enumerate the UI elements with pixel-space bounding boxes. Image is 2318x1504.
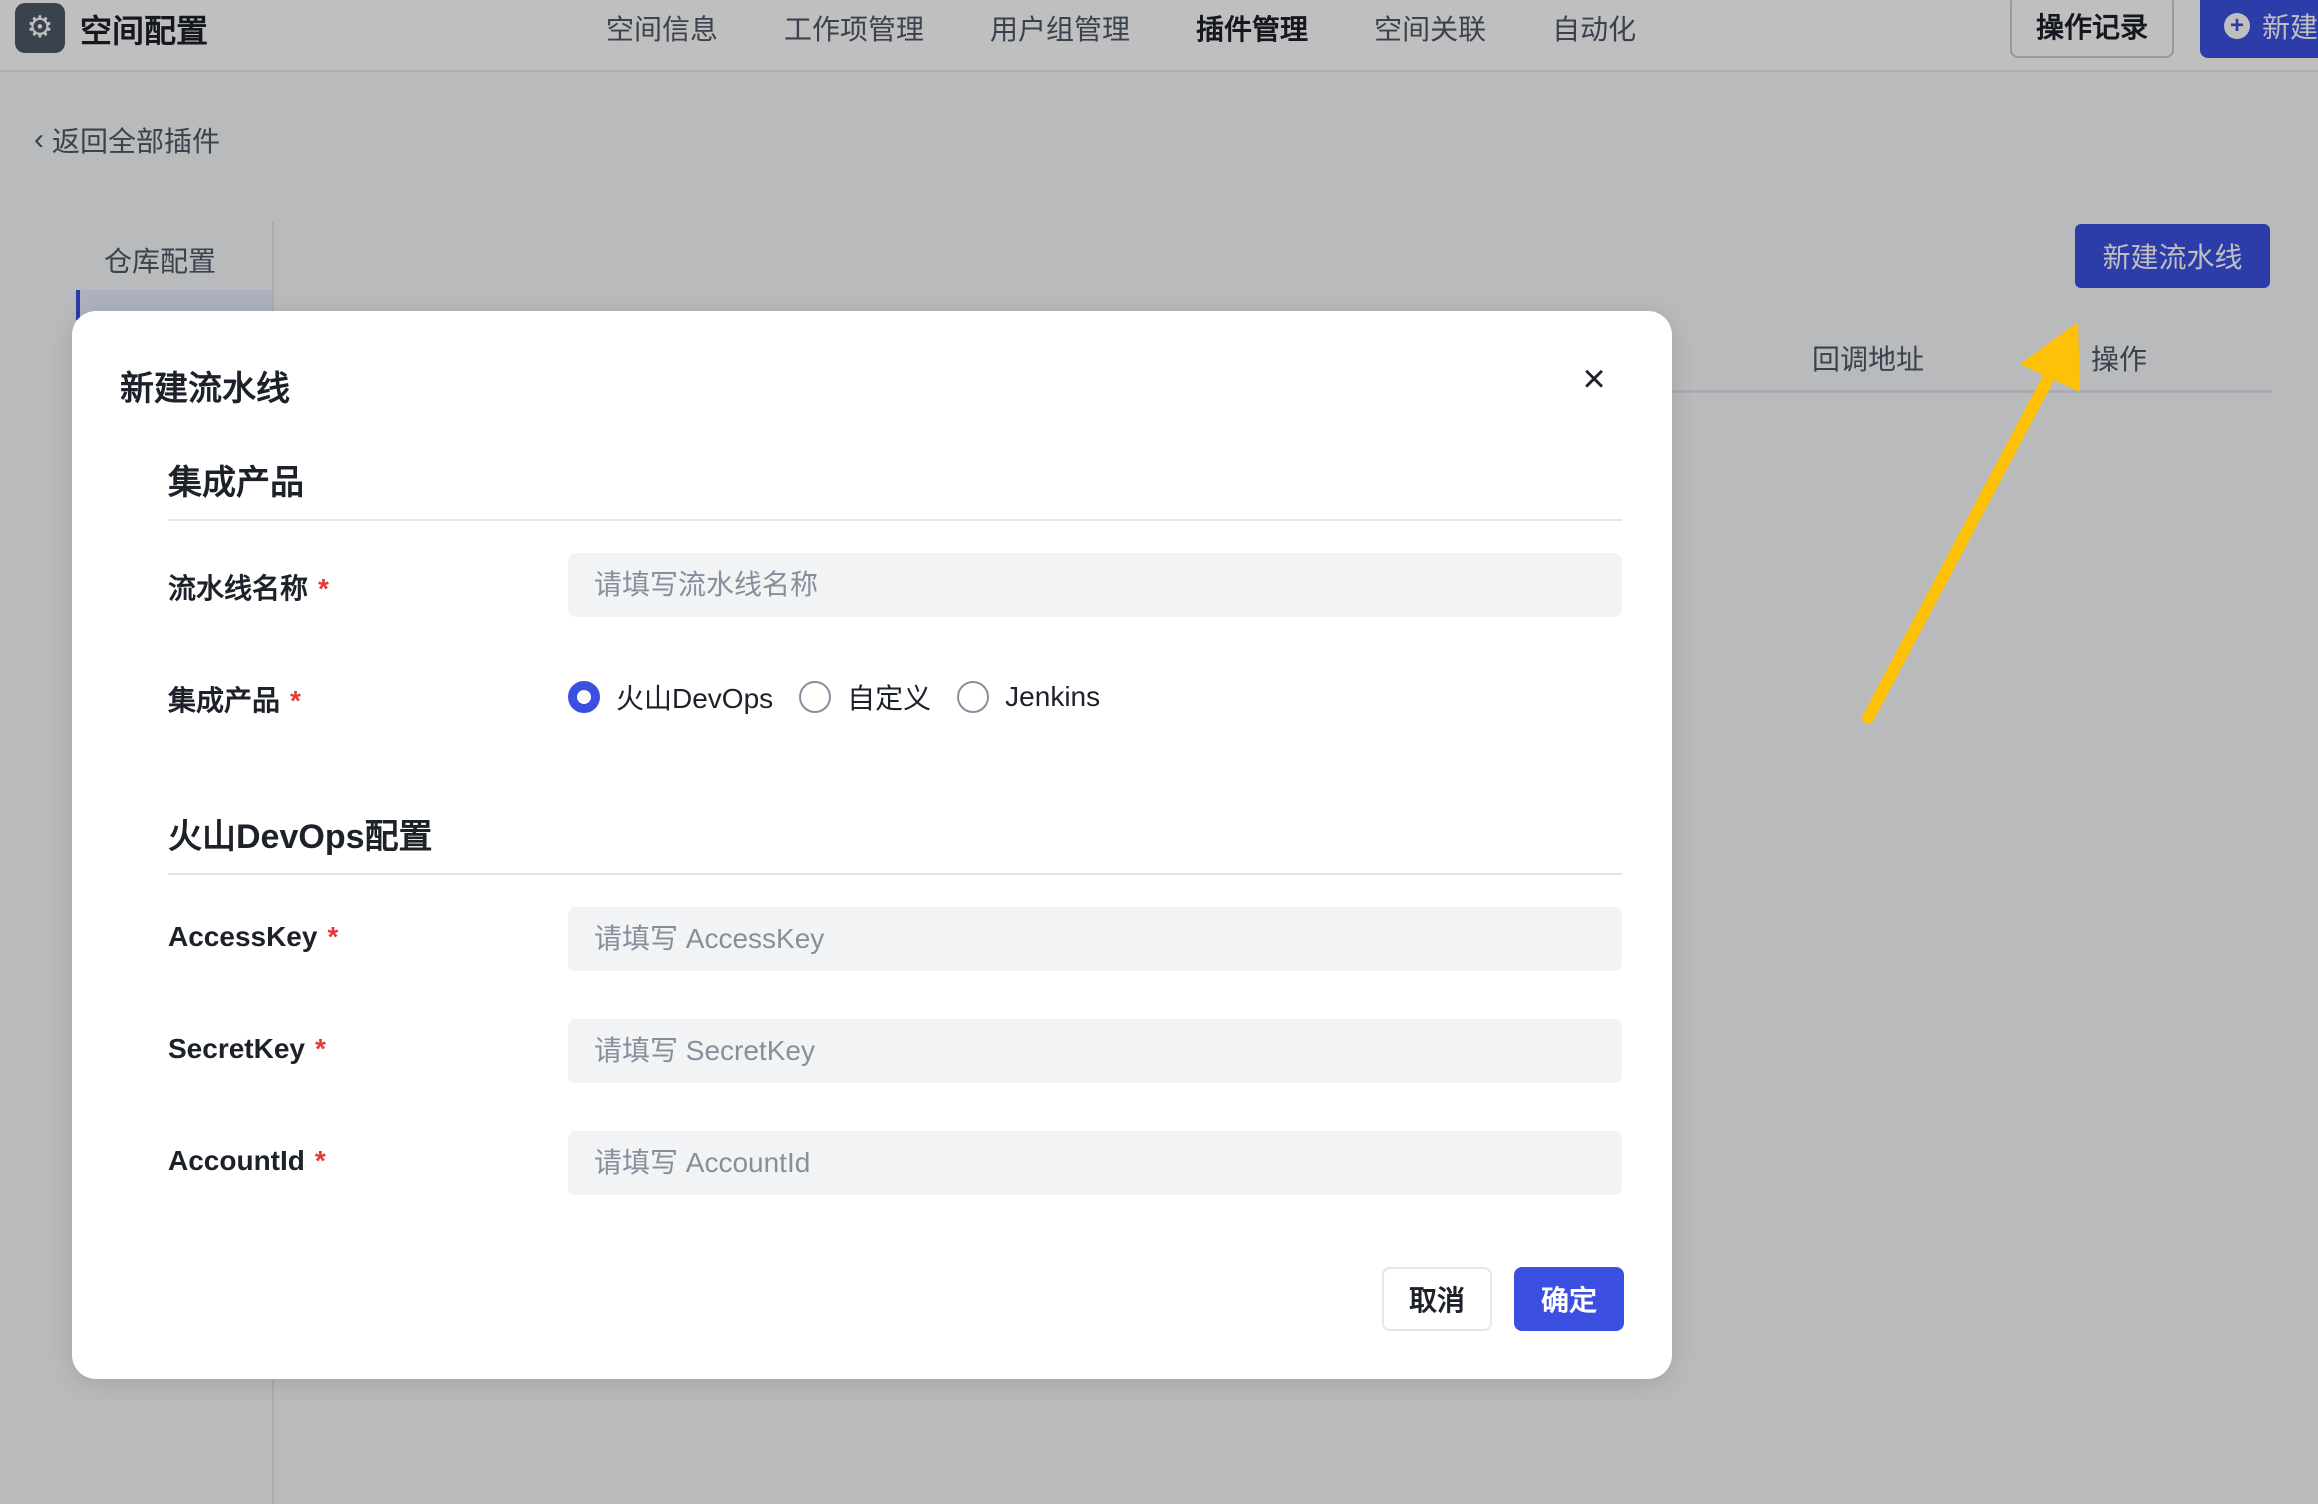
radio-option-label: Jenkins — [1005, 681, 1101, 712]
radio-option-label: 自定义 — [847, 683, 932, 714]
pipeline-name-input[interactable] — [568, 553, 1622, 617]
required-mark: * — [318, 573, 329, 604]
pipeline-name-label: 流水线名称 * — [168, 567, 329, 607]
cancel-button[interactable]: 取消 — [1382, 1267, 1492, 1331]
product-label-text: 集成产品 — [168, 685, 281, 716]
new-pipeline-dialog: 新建流水线 × 集成产品 流水线名称 * 集成产品 * 火山DevOps 自定义 J… — [72, 311, 1672, 1379]
radio-unchecked-icon — [957, 681, 990, 713]
account-id-label: AccountId * — [168, 1145, 326, 1177]
account-id-label-text: AccountId — [168, 1145, 305, 1176]
required-mark: * — [314, 1033, 326, 1064]
pipeline-name-label-text: 流水线名称 — [168, 573, 309, 604]
required-mark: * — [290, 685, 301, 716]
product-radio-group: 火山DevOps 自定义 Jenkins — [568, 677, 1126, 717]
required-mark: * — [327, 921, 339, 952]
secret-key-label-text: SecretKey — [168, 1033, 305, 1064]
section-title-config: 火山DevOps配置 — [168, 818, 433, 856]
radio-unchecked-icon — [799, 681, 832, 713]
radio-option-volc-devops[interactable]: 火山DevOps — [568, 677, 773, 717]
annotation-arrow-shaft — [1862, 369, 2056, 724]
close-icon[interactable]: × — [1576, 359, 1612, 399]
account-id-input[interactable] — [568, 1131, 1622, 1195]
access-key-input[interactable] — [568, 907, 1622, 971]
section-divider — [168, 519, 1622, 521]
access-key-label-text: AccessKey — [168, 921, 318, 952]
radio-option-label: 火山DevOps — [616, 683, 774, 714]
radio-option-jenkins[interactable]: Jenkins — [957, 681, 1100, 713]
required-mark: * — [314, 1145, 326, 1176]
secret-key-input[interactable] — [568, 1019, 1622, 1083]
product-label: 集成产品 * — [168, 679, 301, 719]
section-title-product: 集成产品 — [168, 464, 304, 502]
confirm-button[interactable]: 确定 — [1514, 1267, 1624, 1331]
secret-key-label: SecretKey * — [168, 1033, 326, 1065]
radio-checked-icon — [568, 681, 600, 713]
dialog-title: 新建流水线 — [120, 370, 290, 408]
section-divider — [168, 873, 1622, 875]
radio-option-custom[interactable]: 自定义 — [799, 677, 931, 717]
access-key-label: AccessKey * — [168, 921, 338, 953]
